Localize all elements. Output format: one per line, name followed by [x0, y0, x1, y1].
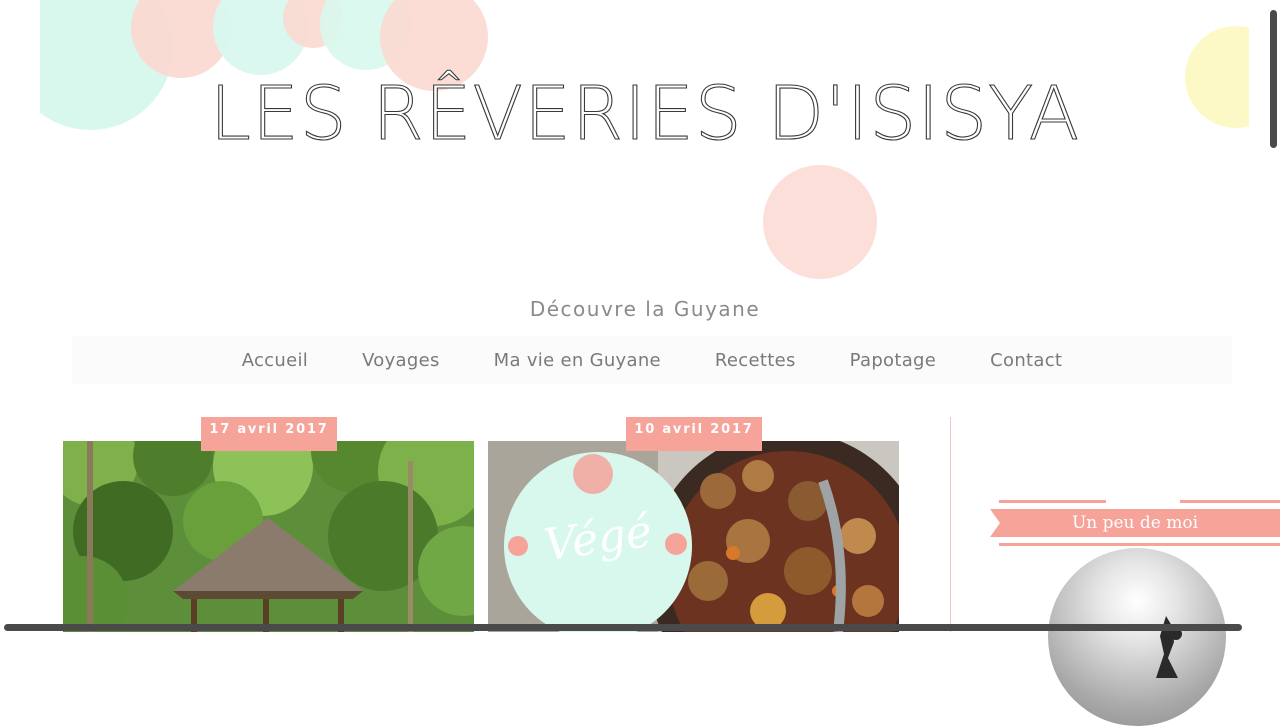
person-silhouette-icon	[1156, 616, 1182, 678]
main-nav: Accueil Voyages Ma vie en Guyane Recette…	[72, 336, 1232, 384]
post-date-tag: 10 avril 2017	[626, 417, 762, 451]
post-image-mushroom-stew[interactable]: Végé	[488, 441, 899, 632]
profile-photo[interactable]	[1048, 548, 1226, 726]
ribbon-line	[999, 500, 1106, 503]
nav-item-accueil[interactable]: Accueil	[242, 350, 308, 371]
nav-item-voyages[interactable]: Voyages	[362, 350, 440, 371]
jungle-hut-illustration	[63, 441, 474, 632]
ribbon-line	[1180, 500, 1280, 503]
widget-title: Un peu de moi	[1071, 513, 1199, 533]
nav-item-ma-vie-en-guyane[interactable]: Ma vie en Guyane	[494, 350, 661, 371]
nav-item-papotage[interactable]: Papotage	[850, 350, 937, 371]
nav-item-contact[interactable]: Contact	[990, 350, 1062, 371]
post-image-jungle-hut[interactable]	[63, 441, 474, 632]
decor-circle	[763, 165, 877, 279]
horizontal-scrollbar[interactable]	[4, 624, 1242, 631]
site-tagline: Découvre la Guyane	[529, 297, 761, 321]
post-date-tag: 17 avril 2017	[201, 417, 337, 451]
site-title[interactable]: LES RÊVERIES D'ISISYA	[0, 62, 1280, 166]
nav-item-recettes[interactable]: Recettes	[715, 350, 796, 371]
sidebar-divider	[950, 417, 951, 632]
vertical-scrollbar[interactable]	[1270, 10, 1277, 148]
ribbon-line	[999, 543, 1280, 546]
